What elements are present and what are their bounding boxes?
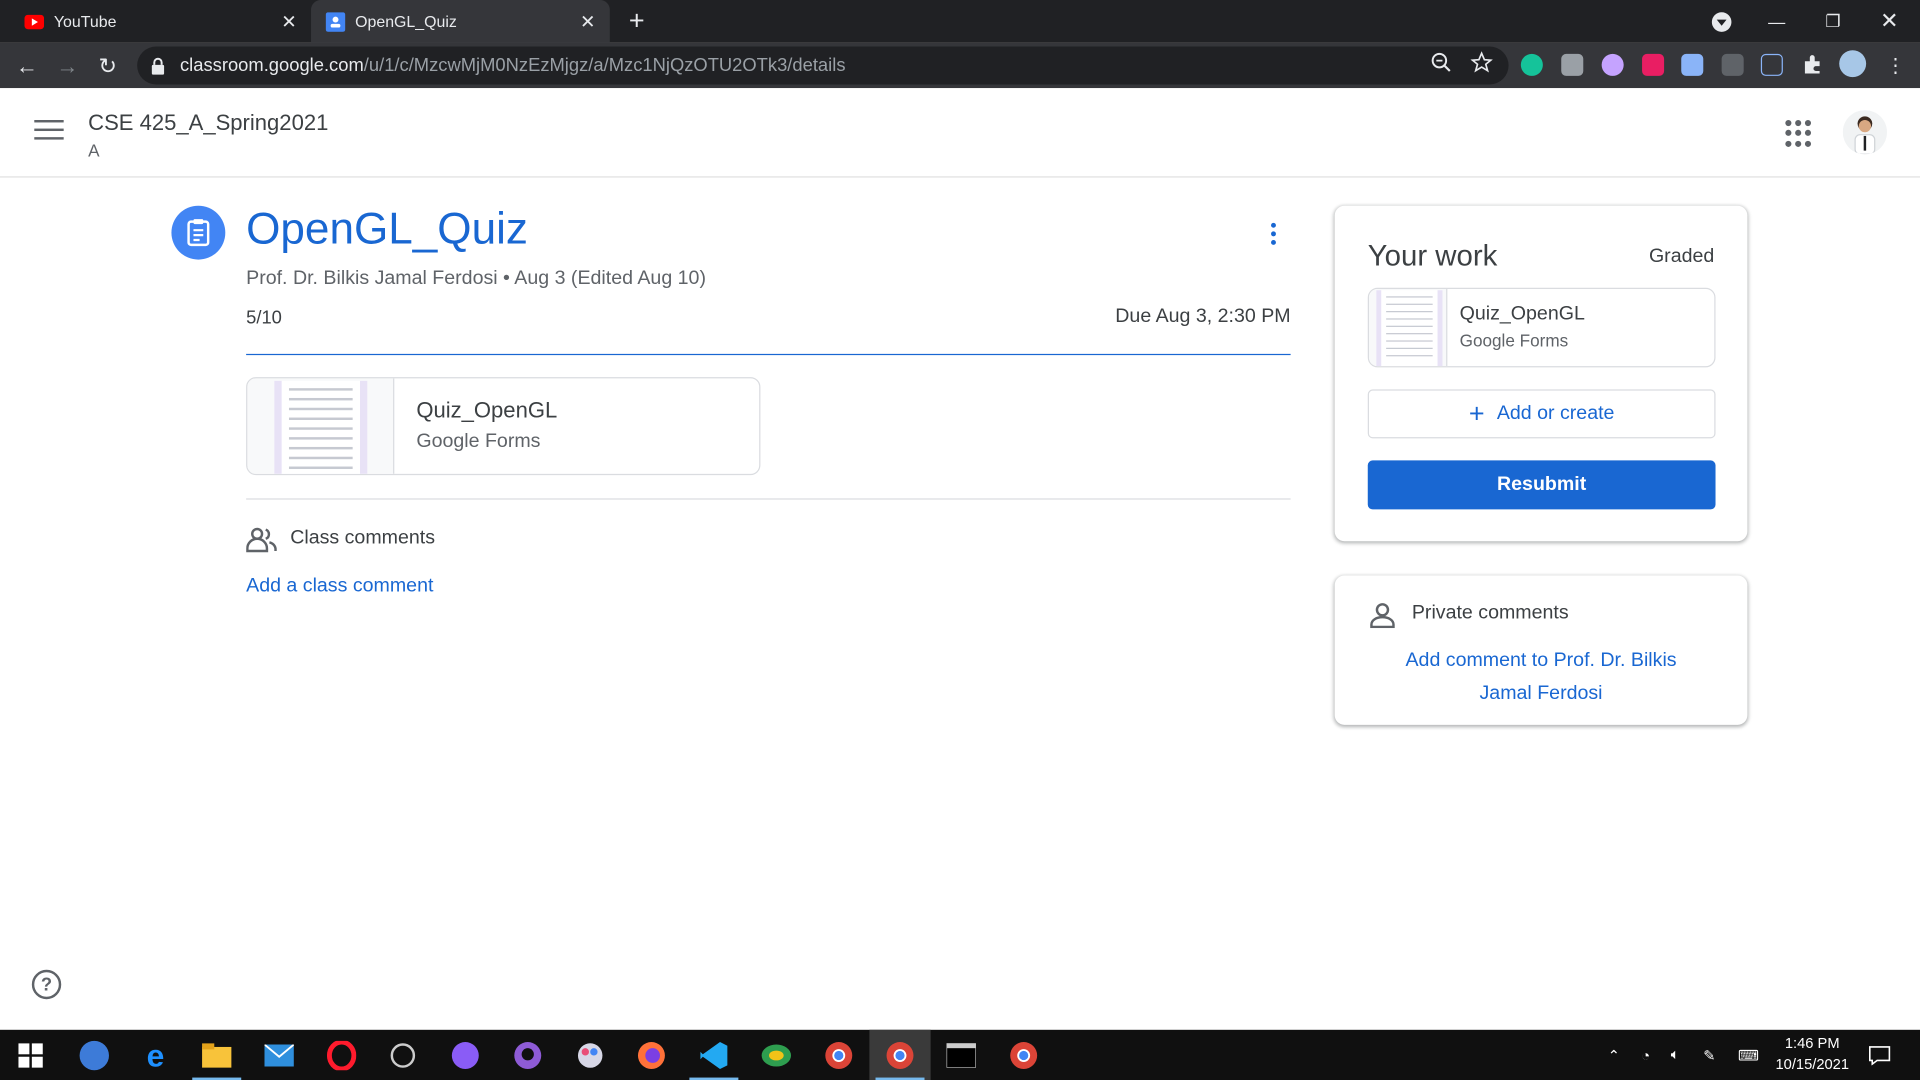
new-tab-button[interactable]: + — [622, 5, 651, 37]
keyboard-icon[interactable]: ⌨ — [1731, 1030, 1765, 1080]
paint-icon[interactable] — [572, 1037, 609, 1074]
camera-extension-icon[interactable] — [1561, 53, 1584, 76]
forward-arrow-icon[interactable]: → — [50, 49, 84, 83]
network-icon[interactable]: ◔ — [1632, 1030, 1659, 1080]
private-comments-card: Private comments Add comment to Prof. Dr… — [1334, 575, 1748, 725]
status-badge: Graded — [1648, 246, 1715, 267]
pen-icon[interactable]: ✎ — [1695, 1030, 1724, 1080]
divider — [246, 498, 1291, 500]
your-work-title: Your work — [1367, 240, 1498, 274]
your-work-card: Your work Graded Quiz_OpenGL Google Form… — [1334, 205, 1748, 542]
attachment-card[interactable]: Quiz_OpenGL Google Forms — [246, 377, 761, 476]
windows-taskbar: e ⌃ ◔ 🔈︎ ✎ ⌨ 1:46 PM 10/15/2021 — [0, 1029, 1920, 1080]
clock-date: 10/15/2021 — [1775, 1055, 1850, 1073]
app-icon[interactable] — [76, 1037, 113, 1074]
tab-title: YouTube — [53, 12, 117, 31]
download-extension-icon[interactable] — [1681, 53, 1704, 76]
edge-icon[interactable]: e — [137, 1037, 174, 1074]
url-text: classroom.google.com/u/1/c/MzcwMjM0NzEzM… — [180, 55, 845, 76]
class-name[interactable]: CSE 425_A_Spring2021 — [88, 110, 328, 136]
attachment-name: Quiz_OpenGL — [1459, 303, 1585, 325]
minimize-icon[interactable]: — — [1749, 0, 1805, 43]
vscode-icon[interactable] — [696, 1037, 733, 1074]
plus-icon: + — [1468, 397, 1485, 429]
google-apps-icon[interactable] — [1785, 120, 1812, 147]
people-icon — [246, 527, 278, 554]
class-comments-label: Class comments — [290, 527, 436, 549]
attachment-type: Google Forms — [416, 431, 541, 452]
person-icon — [1369, 601, 1396, 629]
divider — [246, 353, 1291, 356]
attachment-name: Quiz_OpenGL — [416, 397, 558, 423]
lock-icon — [151, 57, 166, 75]
satellite-app-icon[interactable] — [384, 1037, 421, 1074]
bookmark-star-icon[interactable] — [1470, 51, 1493, 73]
attachment-type: Google Forms — [1459, 330, 1569, 351]
back-arrow-icon[interactable]: ← — [10, 49, 44, 83]
clock-time: 1:46 PM — [1784, 1034, 1840, 1052]
terminal-icon[interactable] — [943, 1037, 980, 1074]
tab-opengl-quiz[interactable]: OpenGL_Quiz ✕ — [311, 0, 610, 43]
chrome-icon[interactable] — [882, 1037, 919, 1074]
mail-icon[interactable] — [261, 1037, 298, 1074]
play-extension-icon[interactable] — [1642, 53, 1665, 76]
browser-toolbar: ← → ↻ classroom.google.com/u/1/c/MzcwMjM… — [0, 42, 1920, 89]
assignment-title: OpenGL_Quiz — [246, 203, 528, 254]
due-date: Due Aug 3, 2:30 PM — [1115, 306, 1291, 327]
system-clock[interactable]: 1:46 PM 10/15/2021 — [1768, 1033, 1856, 1075]
messenger-icon[interactable] — [447, 1037, 484, 1074]
submitted-attachment[interactable]: Quiz_OpenGL Google Forms — [1367, 287, 1716, 368]
address-bar[interactable]: classroom.google.com/u/1/c/MzcwMjM0NzEzM… — [137, 46, 1509, 85]
chevron-up-icon[interactable]: ⌃ — [1602, 1030, 1626, 1080]
zoom-icon[interactable] — [1430, 51, 1452, 73]
class-section: A — [88, 140, 100, 161]
notification-icon[interactable] — [1864, 1030, 1896, 1080]
windows-start-icon[interactable] — [12, 1037, 49, 1074]
profile-avatar[interactable] — [1839, 50, 1867, 78]
assignment-icon — [171, 205, 226, 260]
browser-menu-icon[interactable]: ⋮ — [1878, 49, 1912, 83]
youtube-icon — [24, 12, 45, 32]
pen-extension-icon[interactable] — [1760, 53, 1783, 76]
browser-tabstrip: YouTube ✕ OpenGL_Quiz ✕ + — ❐ ✕ — [0, 0, 1920, 43]
add-or-create-label: Add or create — [1496, 402, 1615, 424]
add-private-comment-link[interactable]: Add comment to Prof. Dr. Bilkis Jamal Fe… — [1384, 644, 1699, 710]
app-icon[interactable] — [758, 1037, 795, 1074]
opera-icon[interactable] — [323, 1037, 360, 1074]
hamburger-menu-icon[interactable] — [34, 120, 64, 144]
add-or-create-button[interactable]: + Add or create — [1367, 389, 1716, 439]
help-icon[interactable]: ? — [31, 969, 62, 1000]
resubmit-button[interactable]: Resubmit — [1367, 460, 1716, 510]
file-explorer-icon[interactable] — [198, 1037, 235, 1074]
extension-icon[interactable] — [1721, 53, 1744, 76]
chrome-icon[interactable] — [820, 1037, 857, 1074]
close-window-icon[interactable]: ✕ — [1861, 0, 1917, 43]
volume-icon[interactable]: 🔈︎ — [1662, 1030, 1689, 1080]
chrome-icon[interactable] — [1005, 1037, 1042, 1074]
classroom-icon — [325, 11, 346, 32]
avatar[interactable] — [1842, 110, 1887, 155]
attachment-thumbnail — [1368, 288, 1448, 367]
tab-close-icon[interactable]: ✕ — [277, 10, 301, 33]
tab-title: OpenGL_Quiz — [355, 12, 457, 31]
reload-icon[interactable]: ↻ — [91, 49, 125, 83]
attachment-thumbnail — [247, 378, 395, 474]
restore-icon[interactable]: ❐ — [1805, 0, 1861, 43]
add-class-comment-link[interactable]: Add a class comment — [246, 576, 433, 598]
assignment-meta: Prof. Dr. Bilkis Jamal Ferdosi • Aug 3 (… — [246, 268, 706, 289]
grammarly-icon[interactable] — [1520, 53, 1543, 76]
classroom-header: CSE 425_A_Spring2021 A — [0, 88, 1920, 178]
puzzle-icon[interactable] — [1801, 54, 1823, 76]
tab-search-icon[interactable] — [1709, 10, 1733, 34]
extension-icon[interactable] — [1601, 53, 1624, 76]
tab-close-icon[interactable]: ✕ — [576, 10, 600, 33]
github-icon[interactable] — [509, 1037, 546, 1074]
url-host: classroom.google.com — [180, 55, 364, 76]
more-options-icon[interactable] — [1261, 218, 1285, 250]
private-comments-label: Private comments — [1411, 602, 1569, 624]
url-path: /u/1/c/MzcwMjM0NzEzMjgz/a/Mzc1NjQzOTU2OT… — [363, 55, 846, 76]
tab-youtube[interactable]: YouTube ✕ — [10, 0, 311, 43]
firefox-icon[interactable] — [633, 1037, 670, 1074]
points: 5/10 — [246, 307, 282, 329]
